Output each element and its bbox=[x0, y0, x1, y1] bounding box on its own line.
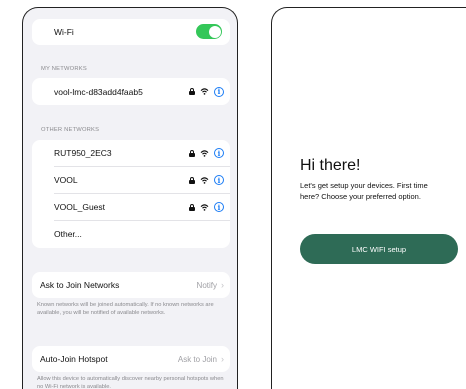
auto-join-row[interactable]: Auto-Join Hotspot Ask to Join › bbox=[32, 346, 230, 372]
auto-join-group: Auto-Join Hotspot Ask to Join › bbox=[32, 346, 230, 372]
lock-icon bbox=[189, 149, 195, 157]
info-icon[interactable]: i bbox=[214, 86, 224, 97]
network-row[interactable]: VOOL_Guest i bbox=[32, 194, 230, 220]
other-network-row[interactable]: Other... bbox=[32, 221, 230, 247]
auto-join-value: Ask to Join bbox=[177, 354, 217, 364]
lock-icon bbox=[189, 176, 195, 184]
wifi-icon bbox=[200, 176, 209, 184]
network-name: vool-lmc-d83add4faab5 bbox=[54, 86, 143, 97]
other-network-label: Other... bbox=[54, 229, 82, 239]
network-name: VOOL bbox=[54, 175, 78, 185]
ask-to-join-value: Notify bbox=[196, 280, 217, 290]
network-name: VOOL_Guest bbox=[54, 202, 106, 212]
auto-join-footnote: Allow this device to automatically disco… bbox=[37, 376, 224, 389]
wifi-icon bbox=[200, 88, 209, 95]
my-networks-header: MY NETWORKS bbox=[41, 66, 87, 72]
ask-to-join-label: Ask to Join Networks bbox=[40, 280, 120, 290]
wifi-icon bbox=[200, 149, 209, 157]
welcome-title: Hi there! bbox=[300, 157, 361, 174]
welcome-subtitle: Let's get setup your devices. First time… bbox=[300, 181, 428, 201]
wifi-toggle-group: Wi-Fi bbox=[32, 19, 230, 45]
welcome-screen: Hi there! Let's get setup your devices. … bbox=[271, 7, 466, 389]
ask-to-join-group: Ask to Join Networks Notify › bbox=[32, 272, 230, 298]
my-networks-group: vool-lmc-d83add4faab5 i bbox=[32, 78, 230, 105]
lock-icon bbox=[189, 88, 195, 95]
chevron-right-icon: › bbox=[221, 354, 224, 364]
wifi-icon bbox=[200, 203, 209, 211]
other-networks-group: RUT950_2EC3 i VOOL i VOOL_Guest i Other.… bbox=[32, 140, 230, 248]
chevron-right-icon: › bbox=[221, 280, 224, 290]
other-networks-header: OTHER NETWORKS bbox=[41, 127, 100, 133]
network-row[interactable]: VOOL i bbox=[32, 167, 230, 193]
network-row[interactable]: vool-lmc-d83add4faab5 i bbox=[32, 78, 230, 105]
info-icon[interactable]: i bbox=[214, 202, 224, 212]
ask-to-join-footnote: Known networks will be joined automatica… bbox=[37, 302, 214, 316]
network-name: RUT950_2EC3 bbox=[54, 148, 112, 158]
ask-to-join-row[interactable]: Ask to Join Networks Notify › bbox=[32, 272, 230, 298]
lmc-wifi-setup-button[interactable]: LMC WIFI setup bbox=[300, 234, 458, 264]
wifi-toggle[interactable] bbox=[196, 24, 222, 39]
auto-join-label: Auto-Join Hotspot bbox=[40, 354, 108, 364]
network-row[interactable]: RUT950_2EC3 i bbox=[32, 140, 230, 166]
wifi-settings-screen: Wi-Fi MY NETWORKS vool-lmc-d83add4faab5 … bbox=[22, 7, 238, 389]
info-icon[interactable]: i bbox=[214, 148, 224, 158]
info-icon[interactable]: i bbox=[214, 175, 224, 185]
lock-icon bbox=[189, 203, 195, 211]
